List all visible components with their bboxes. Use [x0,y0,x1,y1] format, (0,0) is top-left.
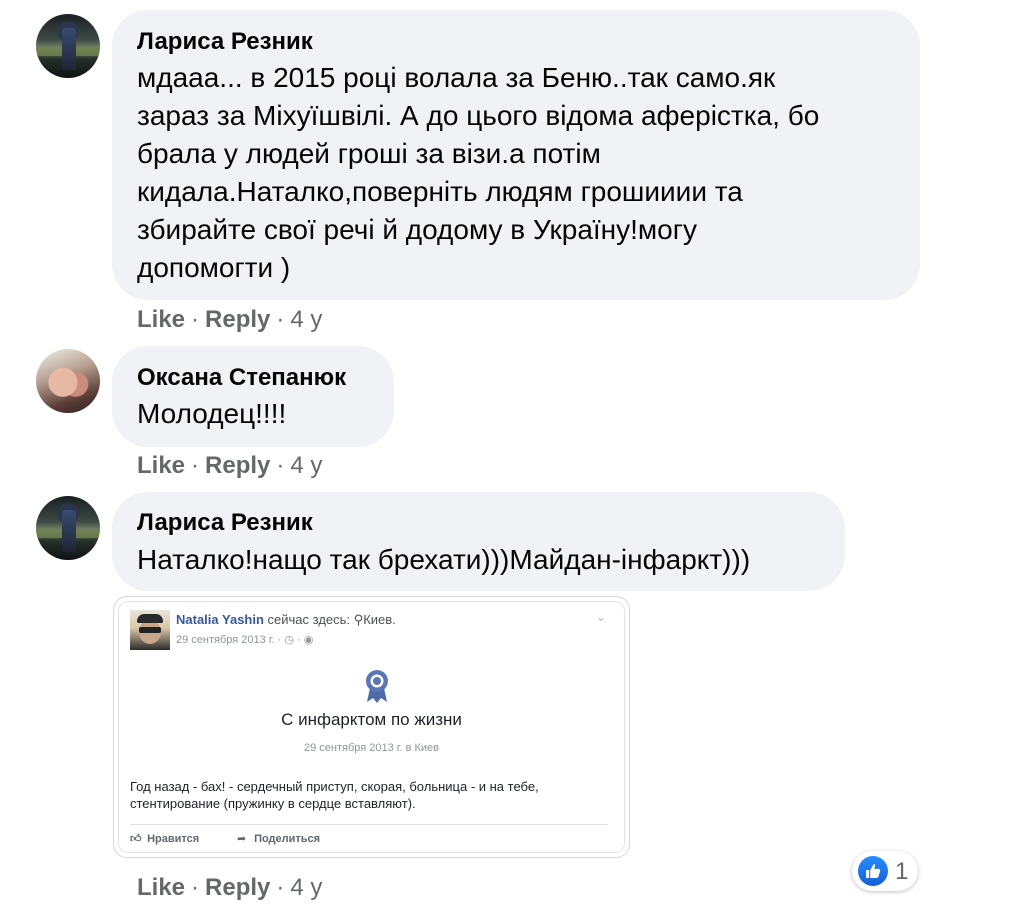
post-like-action: 👍︎ Нравится [130,832,199,845]
separator: · [191,306,200,333]
post-body-text: Год назад - бах! - сердечный приступ, ск… [130,779,539,811]
like-link[interactable]: Like [137,874,185,901]
commenter-avatar[interactable] [36,14,100,78]
comment-actions: Like · Reply · 4 y [137,874,322,902]
shared-post: Natalia Yashin сейчас здесь: ⚲Киев. 29 с… [118,601,625,853]
reaction-summary[interactable]: 1 [852,851,918,891]
post-share-action: ➦ Поделиться [237,832,320,845]
commenter-avatar[interactable] [36,349,100,413]
thumbs-up-icon: 👍︎ [130,833,142,845]
divider [130,824,608,825]
separator: · [191,452,200,479]
avatar-detail [62,510,76,552]
post-share-label: Поделиться [254,833,321,845]
post-location: Киев. [363,612,396,627]
reply-link[interactable]: Reply [205,874,270,901]
reaction-count: 1 [895,858,909,885]
life-event-subtitle: 29 сентября 2013 г. в Киев [303,742,439,754]
globe-icon: ◉ [303,634,314,646]
comment-author[interactable]: Лариса Резник [137,509,313,537]
avatar-detail [62,28,76,70]
separator: · [191,874,200,901]
share-arrow-icon: ➦ [237,833,247,845]
post-author-avatar [130,610,170,650]
comment-author[interactable]: Оксана Степанюк [137,364,346,392]
commenter-avatar[interactable] [36,496,100,560]
map-pin-icon: ⚲ [353,612,364,627]
post-date-text: 29 сентября 2013 г. · [176,634,282,646]
post-header: Natalia Yashin сейчас здесь: ⚲Киев. [176,612,396,628]
comment-actions: Like · Reply · 4 y [137,306,322,334]
award-badge-icon [366,670,388,703]
chevron-down-icon: ⌄ [595,610,606,624]
like-link[interactable]: Like [137,452,185,479]
comment-text: мдааа... в 2015 році волала за Беню..так… [137,62,820,283]
separator: · [276,306,285,333]
comment-text: Наталко!нащо так брехати)))Майдан-інфарк… [137,544,751,575]
separator: · [276,452,285,479]
post-like-label: Нравится [147,833,200,845]
avatar-detail [139,627,161,633]
comment-timestamp[interactable]: 4 y [290,874,322,901]
post-author-name: Natalia Yashin [176,612,264,627]
separator: · [276,874,285,901]
life-event-title: С инфарктом по жизни [281,710,462,729]
location-prefix: сейчас здесь: [267,612,351,627]
comment-attachment-image[interactable]: Natalia Yashin сейчас здесь: ⚲Киев. 29 с… [113,596,630,858]
comment-timestamp[interactable]: 4 y [290,452,322,479]
comment-author[interactable]: Лариса Резник [137,28,313,56]
reply-link[interactable]: Reply [205,306,270,333]
thumbs-up-glyph [866,864,881,878]
post-date: 29 сентября 2013 г. · ◷ · ◉ [176,634,314,646]
comment-timestamp[interactable]: 4 y [290,306,322,333]
comment-actions: Like · Reply · 4 y [137,452,322,480]
avatar-detail [137,614,163,623]
thumbs-up-icon [858,856,888,886]
like-link[interactable]: Like [137,306,185,333]
reply-link[interactable]: Reply [205,452,270,479]
clock-icon: ◷ [284,634,294,646]
comment-text: Молодец!!!! [137,398,287,429]
